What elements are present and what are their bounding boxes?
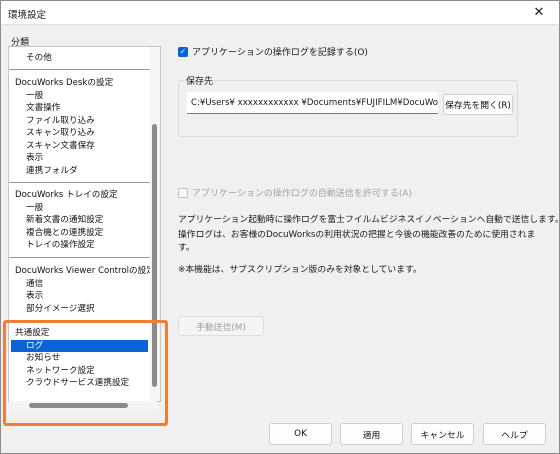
- title-bar: 環境設定 ✕: [1, 1, 559, 25]
- info-note: ※本機能は、サブスクリプション版のみを対象としています。: [178, 265, 422, 275]
- list-item-scan-save[interactable]: スキャン文書保存: [26, 140, 95, 153]
- list-item-communication[interactable]: 通信: [26, 278, 43, 291]
- apply-button[interactable]: 適用: [340, 423, 403, 445]
- save-location-title: 保存先: [184, 74, 216, 87]
- category-list[interactable]: その他 DocuWorks Deskの設定 一般 文書操作 ファイル取り込み ス…: [8, 46, 161, 402]
- list-group-tray[interactable]: DocuWorks トレイの設定: [15, 189, 118, 202]
- open-save-location-button[interactable]: 保存先を開く(R): [443, 94, 513, 115]
- save-path-field[interactable]: C:¥Users¥ xxxxxxxxxxxx ¥Documents¥FUJIFI…: [187, 92, 438, 114]
- checkbox-icon: [178, 187, 188, 198]
- list-group-common[interactable]: 共通設定: [15, 327, 49, 340]
- list-item-scan-import[interactable]: スキャン取り込み: [26, 127, 95, 140]
- list-item-display[interactable]: 表示: [26, 152, 43, 165]
- checkmark-icon: ✓: [178, 46, 188, 57]
- list-item-linked-folder[interactable]: 連携フォルダ: [26, 165, 78, 178]
- list-item-tray-operation[interactable]: トレイの操作設定: [26, 239, 95, 252]
- list-item-notice[interactable]: お知らせ: [26, 352, 60, 365]
- list-item-cloud-service[interactable]: クラウドサービス連携設定: [26, 377, 129, 390]
- list-item-network-settings[interactable]: ネットワーク設定: [26, 365, 95, 378]
- group-divider: [9, 182, 151, 183]
- list-item-mfp-link[interactable]: 複合機との連携設定: [26, 227, 103, 240]
- list-group-desk[interactable]: DocuWorks Deskの設定: [15, 77, 113, 90]
- list-group-viewer-control[interactable]: DocuWorks Viewer Controlの設定: [15, 265, 155, 278]
- window-title: 環境設定: [8, 10, 47, 21]
- list-item-display[interactable]: 表示: [26, 290, 43, 303]
- ok-button[interactable]: OK: [269, 423, 332, 445]
- auto-send-label: アプリケーションの操作ログの自動送信を許可する(A): [192, 189, 413, 199]
- group-divider: [9, 257, 151, 258]
- manual-send-button[interactable]: 手動送信(M): [178, 316, 264, 336]
- info-line-1: アプリケーション起動時に操作ログを富士フイルムビジネスイノベーションへ自動で送信…: [178, 215, 560, 225]
- group-divider: [9, 321, 151, 322]
- vertical-scrollbar[interactable]: [150, 47, 160, 401]
- horizontal-scrollbar[interactable]: [9, 401, 157, 409]
- close-icon[interactable]: ✕: [519, 1, 559, 24]
- record-log-checkbox[interactable]: ✓ アプリケーションの操作ログを記録する(O): [178, 45, 368, 58]
- group-divider: [9, 69, 151, 70]
- list-item-general[interactable]: 一般: [26, 202, 43, 215]
- list-item-document-operation[interactable]: 文書操作: [26, 102, 60, 115]
- horizontal-scroll-thumb[interactable]: [29, 403, 128, 408]
- list-item-file-import[interactable]: ファイル取り込み: [26, 115, 95, 128]
- vertical-scroll-thumb[interactable]: [152, 124, 157, 387]
- settings-dialog: 環境設定 ✕ 分類 その他 DocuWorks Deskの設定 一般 文書操作 …: [0, 0, 560, 454]
- list-item-partial-image-select[interactable]: 部分イメージ選択: [26, 303, 95, 316]
- cancel-button[interactable]: キャンセル: [411, 423, 474, 445]
- help-button[interactable]: ヘルプ: [483, 423, 546, 445]
- list-item-log[interactable]: ログ: [11, 339, 148, 352]
- list-item-new-document-notification[interactable]: 新着文書の通知設定: [26, 214, 103, 227]
- list-item-other[interactable]: その他: [26, 52, 52, 65]
- list-item-general[interactable]: 一般: [26, 90, 43, 103]
- auto-send-checkbox[interactable]: アプリケーションの操作ログの自動送信を許可する(A): [178, 186, 412, 199]
- info-line-2: 操作ログは、お客様のDocuWorksの利用状況の把握と今後の機能改善のために使…: [178, 230, 536, 240]
- info-line-3: す。: [178, 243, 195, 253]
- record-log-label: アプリケーションの操作ログを記録する(O): [192, 48, 368, 58]
